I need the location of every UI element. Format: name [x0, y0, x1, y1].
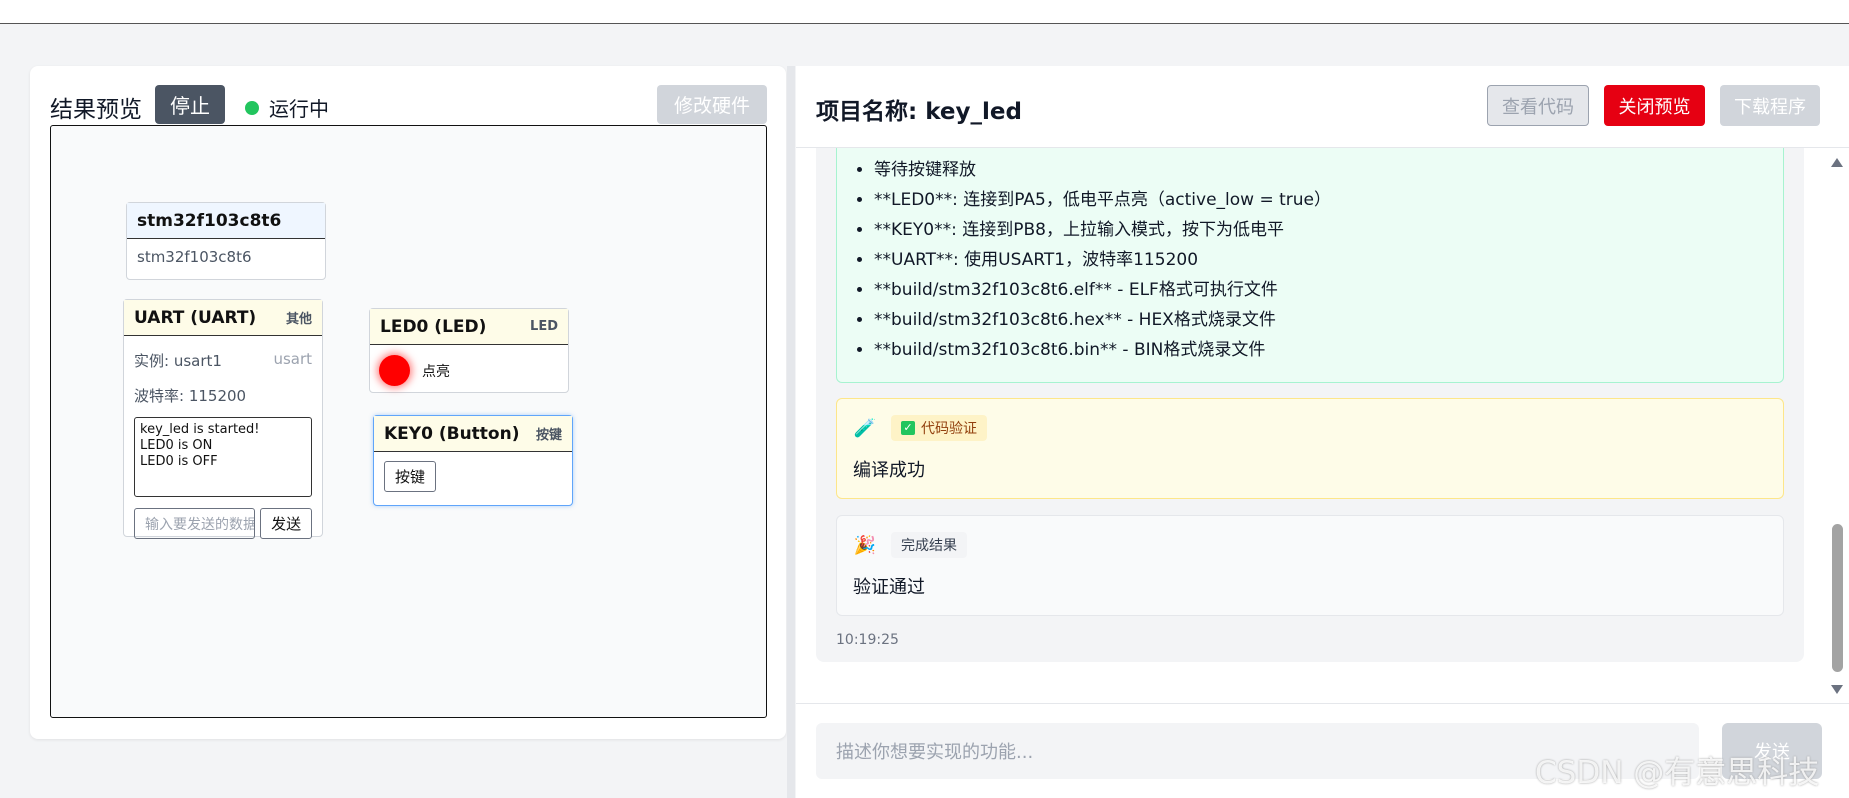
list-item: **build/stm32f103c8t6.hex** - HEX格式烧录文件: [874, 305, 1331, 335]
test-tube-icon: 🧪: [853, 417, 877, 439]
stop-button[interactable]: 停止: [155, 85, 225, 124]
list-item: **LED0**: 连接到PA5，低电平点亮（active_low = true…: [874, 185, 1331, 215]
uart-send-button[interactable]: 发送: [260, 508, 312, 539]
preview-panel: 结果预览 停止 运行中 修改硬件 stm32f103c8t6 stm32f103…: [30, 66, 786, 739]
log-line: LED0 is ON: [140, 438, 213, 453]
mcu-subtitle: stm32f103c8t6: [137, 248, 252, 266]
download-button[interactable]: 下载程序: [1720, 85, 1820, 126]
simulation-canvas: stm32f103c8t6 stm32f103c8t6 UART (UART) …: [50, 125, 767, 718]
view-code-button[interactable]: 查看代码: [1487, 85, 1589, 126]
verify-chip: ✓ 代码验证: [891, 415, 987, 441]
key-title: KEY0 (Button): [384, 423, 520, 444]
close-preview-button[interactable]: 关闭预览: [1604, 85, 1705, 126]
mcu-card-header: stm32f103c8t6: [127, 203, 325, 239]
uart-send-input[interactable]: 输入要发送的数据: [134, 508, 256, 539]
verify-message: 🧪 ✓ 代码验证 编译成功: [836, 398, 1784, 499]
message-timestamp: 10:19:25: [836, 632, 899, 648]
uart-instance-row: 实例: usart1 usart: [134, 350, 312, 371]
list-item: 等待按键释放: [874, 155, 1331, 185]
done-message: 🎉 完成结果 验证通过: [836, 515, 1784, 616]
mcu-title: stm32f103c8t6: [137, 210, 282, 231]
summary-box: 等待按键释放 **LED0**: 连接到PA5，低电平点亮（active_low…: [836, 148, 1784, 383]
log-line: LED0 is OFF: [140, 454, 218, 469]
watermark: CSDN @有意思科技: [1535, 755, 1820, 791]
status-dot-icon: [245, 100, 259, 115]
verify-chip-label: 代码验证: [921, 421, 977, 437]
chat-header: 项目名称: key_led 查看代码 关闭预览 下载程序: [796, 66, 1849, 148]
list-item: **UART**: 使用USART1，波特率115200: [874, 245, 1331, 275]
uart-card: UART (UART) 其他 实例: usart1 usart 波特率: 115…: [123, 299, 323, 539]
uart-tag: 其他: [285, 312, 312, 327]
log-line: key_led is started!: [140, 422, 260, 437]
led-tag: LED: [530, 319, 558, 334]
uart-title: UART (UART): [134, 307, 257, 328]
chat-messages[interactable]: 等待按键释放 **LED0**: 连接到PA5，低电平点亮（active_low…: [796, 148, 1849, 703]
led-card: LED0 (LED) LED 点亮: [369, 308, 569, 393]
key-tag: 按键: [535, 428, 562, 443]
led-card-header: LED0 (LED) LED: [370, 309, 568, 345]
project-title: 项目名称: key_led: [816, 99, 1022, 125]
modify-hardware-button[interactable]: 修改硬件: [657, 85, 767, 124]
key-card-header: KEY0 (Button) 按键: [374, 416, 572, 452]
panel-divider[interactable]: [787, 66, 795, 798]
preview-title: 结果预览: [50, 97, 142, 123]
list-item: **build/stm32f103c8t6.elf** - ELF格式可执行文件: [874, 275, 1331, 305]
uart-log[interactable]: key_led is started! LED0 is ON LED0 is O…: [134, 417, 312, 497]
key-press-button[interactable]: 按键: [384, 461, 437, 492]
status-label: 运行中: [269, 97, 329, 121]
run-status: 运行中: [245, 93, 329, 122]
top-bar: [0, 0, 1849, 24]
assistant-message: 等待按键释放 **LED0**: 连接到PA5，低电平点亮（active_low…: [816, 148, 1804, 662]
led-title: LED0 (LED): [380, 316, 487, 337]
uart-card-header: UART (UART) 其他: [124, 300, 322, 336]
mcu-card: stm32f103c8t6 stm32f103c8t6: [126, 202, 326, 280]
scroll-down-icon[interactable]: [1831, 685, 1843, 694]
led-state-label: 点亮: [422, 363, 450, 380]
done-chip: 完成结果: [891, 532, 967, 558]
summary-list: 等待按键释放 **LED0**: 连接到PA5，低电平点亮（active_low…: [874, 155, 1331, 365]
key-card: KEY0 (Button) 按键 按键: [373, 415, 573, 506]
verify-text: 编译成功: [853, 460, 925, 481]
scroll-thumb[interactable]: [1832, 524, 1843, 672]
uart-instance-tag: usart: [273, 350, 312, 368]
scroll-up-icon[interactable]: [1831, 158, 1843, 167]
done-text: 验证通过: [853, 577, 925, 598]
list-item: **KEY0**: 连接到PB8，上拉输入模式，按下为低电平: [874, 215, 1331, 245]
uart-baud-label: 波特率: 115200: [134, 387, 247, 405]
check-icon: ✓: [901, 421, 915, 435]
list-item: **build/stm32f103c8t6.bin** - BIN格式烧录文件: [874, 335, 1331, 365]
chat-panel: 项目名称: key_led 查看代码 关闭预览 下载程序 等待按键释放 **LE…: [796, 66, 1849, 798]
led-bulb-icon: [379, 355, 410, 386]
uart-instance-label: 实例: usart1: [134, 352, 222, 370]
party-popper-icon: 🎉: [853, 534, 877, 556]
